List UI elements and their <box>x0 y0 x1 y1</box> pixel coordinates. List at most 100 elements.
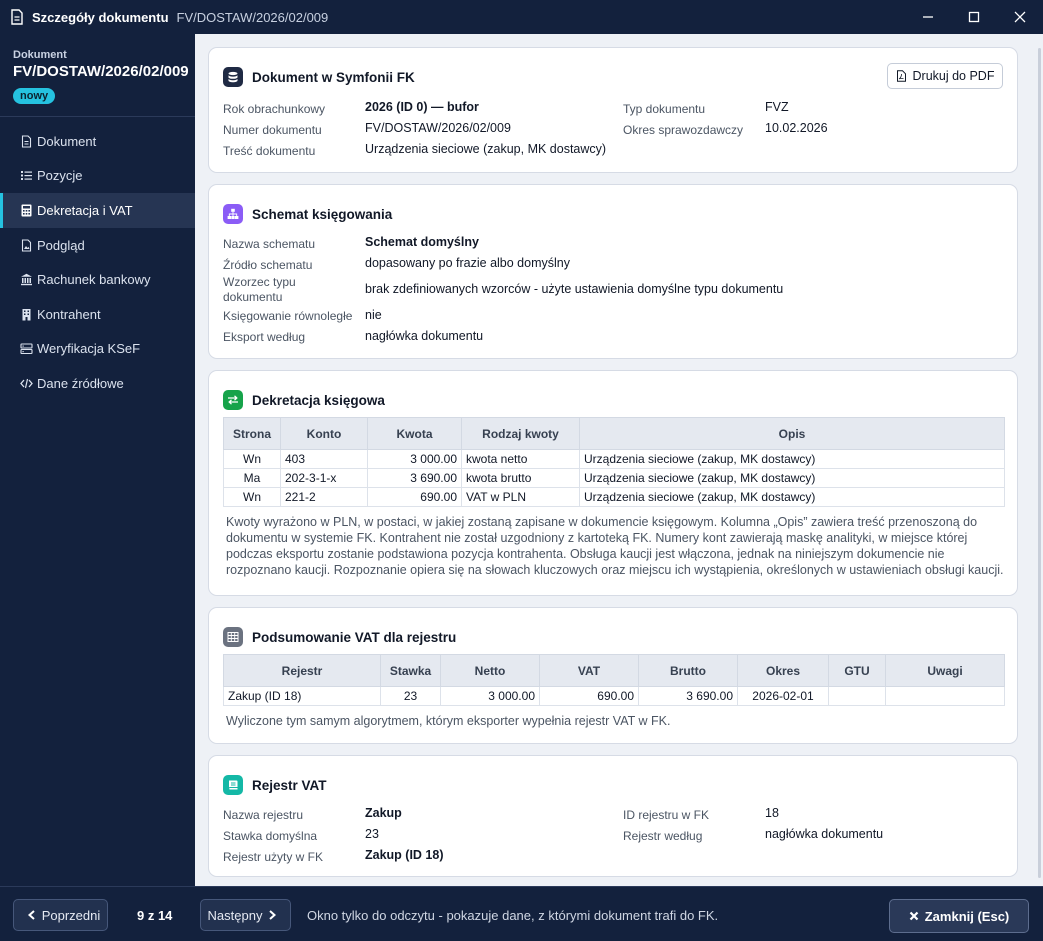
chevron-left-icon <box>27 910 35 920</box>
card-title-row: Podsumowanie VAT dla rejestru <box>223 627 456 647</box>
card-title-row: Dekretacja księgowa <box>223 390 385 410</box>
cell-notes <box>885 686 1005 706</box>
field-label: Wzorzec typu <box>223 275 296 289</box>
sidebar-item-dane[interactable]: Dane źródłowe <box>0 366 195 401</box>
cell-period: 2026-02-01 <box>737 686 829 706</box>
column-header: Kwota <box>367 417 462 450</box>
card-title: Dokument w Symfonii FK <box>252 69 415 85</box>
bank-icon <box>21 273 32 286</box>
field-label: Rejestr według <box>623 829 703 843</box>
close-button[interactable]: Zamknij (Esc) <box>889 899 1029 933</box>
sidebar-item-label: Rachunek bankowy <box>37 272 151 288</box>
document-icon <box>11 9 23 25</box>
print-pdf-label: Drukuj do PDF <box>912 69 995 83</box>
image-icon <box>21 239 32 252</box>
field-label: Stawka domyślna <box>223 829 318 843</box>
cell-amount: 3 000.00 <box>367 449 462 469</box>
next-button[interactable]: Następny <box>200 899 291 931</box>
card-title: Rejestr VAT <box>252 777 327 793</box>
register-name-value: Zakup <box>365 806 402 820</box>
table-row: Ma 202-3-1-x 3 690.00 kwota brutto Urząd… <box>223 468 1005 488</box>
sidebar-label: Dokument <box>13 49 67 61</box>
note-line: rozpoznano kaucji. Rozpoznanie opiera si… <box>226 563 1004 577</box>
register-id-value: 18 <box>765 806 779 820</box>
sidebar-doc-number: FV/DOSTAW/2026/02/009 <box>13 63 189 80</box>
sidebar-item-label: Kontrahent <box>37 306 101 322</box>
cell-amount-type: VAT w PLN <box>461 487 580 507</box>
card-title-row: Schemat księgowania <box>223 204 392 224</box>
field-label: ID rejestru w FK <box>623 808 710 822</box>
sidebar-item-label: Dokument <box>37 133 97 149</box>
table-icon <box>223 627 243 647</box>
document-icon <box>21 135 32 148</box>
scheme-source-value: dopasowany po frazie albo domyślny <box>365 256 570 270</box>
maximize-button[interactable] <box>951 0 997 34</box>
print-pdf-button[interactable]: Drukuj do PDF <box>887 63 1003 89</box>
sidebar-item-dokument[interactable]: Dokument <box>0 124 195 159</box>
document-type-value: FVZ <box>765 100 789 114</box>
export-by-value: nagłówka dokumentu <box>365 329 484 343</box>
cell-account: 221-2 <box>280 487 368 507</box>
table-header-row: Strona Konto Kwota Rodzaj kwoty Opis <box>223 417 1005 450</box>
cell-gross: 3 690.00 <box>638 686 738 706</box>
maximize-icon <box>968 11 980 23</box>
sidebar-item-label: Weryfikacja KSeF <box>37 341 141 357</box>
next-label: Następny <box>207 907 263 923</box>
pdf-icon <box>896 70 906 82</box>
sidebar-item-kontrahent[interactable]: Kontrahent <box>0 297 195 332</box>
card-title: Dekretacja księgowa <box>252 392 385 408</box>
parallel-posting-value: nie <box>365 308 382 322</box>
cell-account: 202-3-1-x <box>280 468 368 488</box>
column-header: VAT <box>539 654 639 687</box>
sidebar-item-rachunek[interactable]: Rachunek bankowy <box>0 262 195 297</box>
card-title-row: Rejestr VAT <box>223 775 327 795</box>
sidebar-item-ksef[interactable]: Weryfikacja KSeF <box>0 332 195 367</box>
scrollbar[interactable] <box>1038 48 1041 878</box>
cell-description: Urządzenia sieciowe (zakup, MK dostawcy) <box>579 487 1005 507</box>
field-label: Nazwa schematu <box>223 237 316 251</box>
field-label: Typ dokumentu <box>623 102 706 116</box>
field-label: Treść dokumentu <box>223 144 316 158</box>
cell-rate: 23 <box>380 686 441 706</box>
chevron-right-icon <box>269 910 277 920</box>
previous-label: Poprzedni <box>41 907 101 923</box>
sidebar-item-label: Dekretacja i VAT <box>37 202 133 218</box>
column-header: Stawka <box>380 654 441 687</box>
card-posting-scheme: Schemat księgowania Nazwa schematu Schem… <box>208 184 1018 359</box>
note-line: podczas eksportu zostanie podstawiona po… <box>226 547 945 561</box>
cell-register: Zakup (ID 18) <box>223 686 381 706</box>
pager-counter: 9 z 14 <box>137 908 173 923</box>
cell-account: 403 <box>280 449 368 469</box>
default-rate-value: 23 <box>365 827 379 841</box>
vat-note: Wyliczone tym samym algorytmem, którym e… <box>226 714 671 728</box>
field-label: Nazwa rejestru <box>223 808 304 822</box>
window-close-button[interactable] <box>997 0 1043 34</box>
list-icon <box>21 171 32 181</box>
footer-bar: Poprzedni 9 z 14 Następny Okno tylko do … <box>0 886 1043 941</box>
sidebar-item-pozycje[interactable]: Pozycje <box>0 159 195 194</box>
register-used-value: Zakup (ID 18) <box>365 848 444 862</box>
table-row: Wn 403 3 000.00 kwota netto Urządzenia s… <box>223 449 1005 469</box>
cell-gtu <box>828 686 886 706</box>
cell-vat: 690.00 <box>539 686 639 706</box>
exchange-icon <box>223 390 243 410</box>
column-header: Rejestr <box>223 654 381 687</box>
cell-description: Urządzenia sieciowe (zakup, MK dostawcy) <box>579 468 1005 488</box>
column-header: Netto <box>440 654 540 687</box>
code-icon <box>20 378 33 389</box>
close-icon <box>1014 11 1026 23</box>
sidebar-item-dekretacja[interactable]: Dekretacja i VAT <box>0 193 195 228</box>
table-header-row: Rejestr Stawka Netto VAT Brutto Okres GT… <box>223 654 1005 687</box>
cell-side: Wn <box>223 487 281 507</box>
note-line: Kwoty wyrażono w PLN, w postaci, w jakie… <box>226 515 978 529</box>
reporting-period-value: 10.02.2026 <box>765 121 828 135</box>
field-label: Eksport według <box>223 330 306 344</box>
minimize-button[interactable] <box>905 0 951 34</box>
sidebar-item-label: Podgląd <box>37 237 85 253</box>
field-label: Rok obrachunkowy <box>223 102 326 116</box>
previous-button[interactable]: Poprzedni <box>13 899 108 931</box>
sidebar-item-podglad[interactable]: Podgląd <box>0 228 195 263</box>
cell-description: Urządzenia sieciowe (zakup, MK dostawcy) <box>579 449 1005 469</box>
sidebar-item-label: Pozycje <box>37 168 83 184</box>
cell-side: Wn <box>223 449 281 469</box>
